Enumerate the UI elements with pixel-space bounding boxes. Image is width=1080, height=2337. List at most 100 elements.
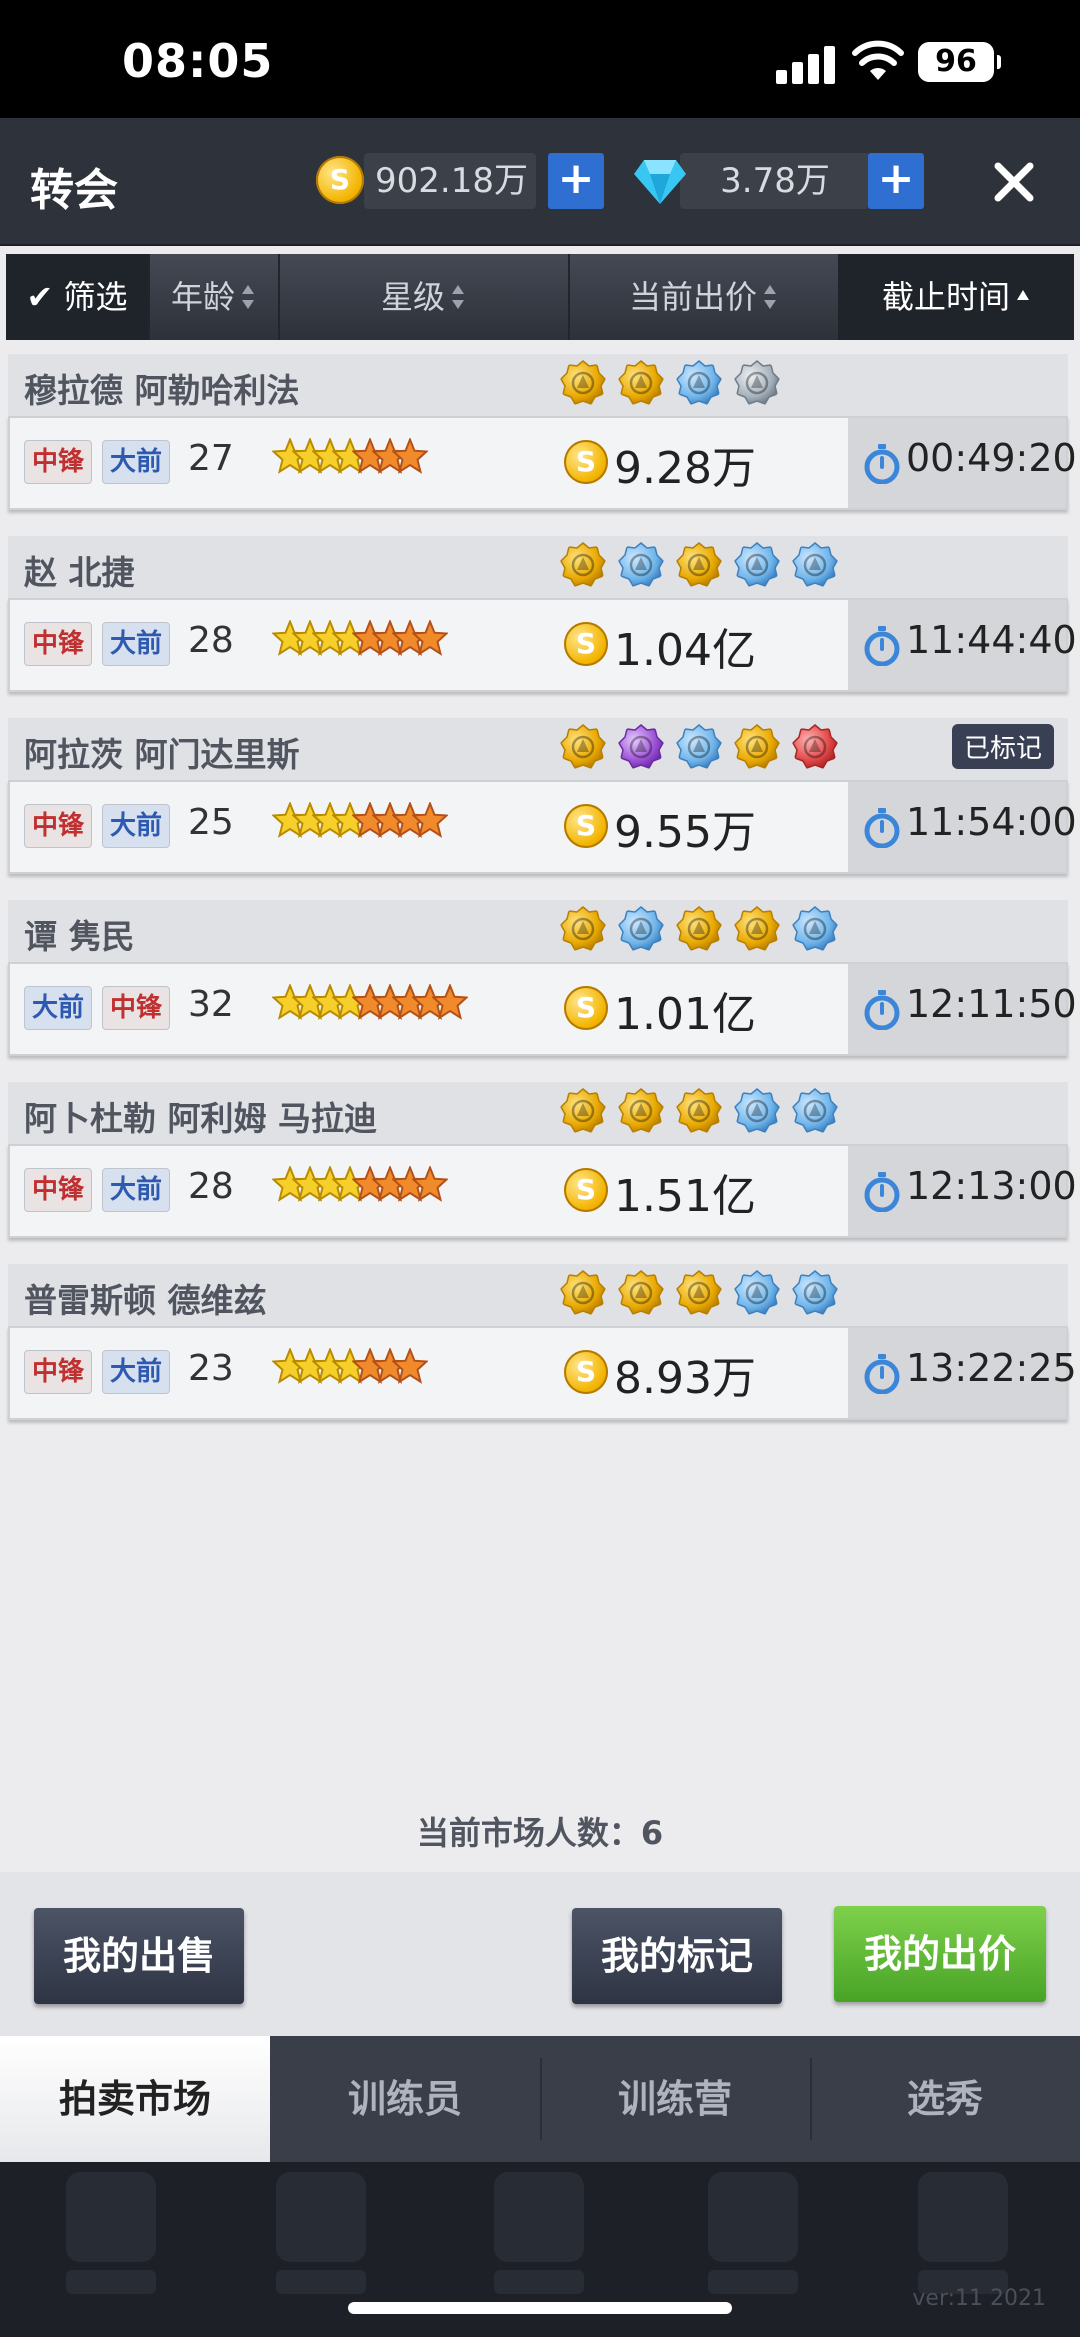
nav-item-icon (918, 2172, 1008, 2262)
star-icon (392, 438, 428, 474)
star-icon (412, 620, 448, 656)
nav-item-label (276, 2270, 366, 2294)
skill-badge-icon[interactable] (676, 360, 722, 406)
tab-draft[interactable]: 选秀 (810, 2036, 1080, 2162)
player-info-bar: 中锋 大前 28 S 1.51亿 12:13:00 (8, 1144, 1077, 1238)
filter-button[interactable]: ✔ 筛选 (6, 254, 150, 340)
skill-badge-icon[interactable] (618, 724, 664, 770)
check-icon: ✔ (26, 278, 54, 316)
skill-badge-icon[interactable] (676, 906, 722, 952)
deadline-cell: 12:13:00 (848, 1146, 1077, 1236)
skill-badge-icon[interactable] (560, 542, 606, 588)
player-name: 谭 隽民 (24, 917, 135, 956)
skill-badge-icon[interactable] (734, 724, 780, 770)
version-text: ver:11 2021 (912, 2286, 1046, 2311)
my-marks-button[interactable]: 我的标记 (572, 1908, 782, 2004)
player-row[interactable]: 赵 北捷 中锋 大前 28 S 1.04亿 11:44:40 (8, 536, 1077, 696)
close-icon[interactable] (990, 158, 1038, 206)
position-tag: 中锋 (24, 440, 92, 484)
sort-arrows-icon (452, 285, 464, 309)
position-tag: 大前 (102, 804, 170, 848)
sort-stars-button[interactable]: 星级 (278, 254, 570, 340)
player-row[interactable]: 穆拉德 阿勒哈利法 中锋 大前 27 S 9.28万 00:49:20 (8, 354, 1077, 514)
skill-badge-icon[interactable] (618, 360, 664, 406)
player-name: 阿卜杜勒 阿利姆 马拉迪 (24, 1099, 377, 1138)
sort-stars-label: 星级 (380, 278, 445, 316)
current-bid: 8.93万 (614, 1353, 756, 1404)
deadline-time: 12:11:50 (906, 982, 1077, 1026)
skill-badge-icon[interactable] (560, 360, 606, 406)
transfer-header: 转会 902.18万 S + 3.78万 + (0, 118, 1080, 246)
skill-badge-icon[interactable] (676, 1088, 722, 1134)
nav-item-label (708, 2270, 798, 2294)
player-info-bar: 中锋 大前 23 S 8.93万 13:22:25 (8, 1326, 1077, 1420)
sort-bid-button[interactable]: 当前出价 (568, 254, 840, 340)
sort-age-label: 年龄 (170, 278, 235, 316)
skill-badge-icon[interactable] (676, 542, 722, 588)
player-row[interactable]: 阿拉茨 阿门达里斯 已标记 中锋 大前 25 S 9.55万 11:54:00 (8, 718, 1077, 878)
tab-trainers[interactable]: 训练员 (270, 2036, 540, 2162)
skill-badge-icon[interactable] (618, 906, 664, 952)
action-bar: 我的出售 我的标记 我的出价 (0, 1872, 1080, 2036)
player-name: 穆拉德 阿勒哈利法 (24, 371, 300, 410)
skill-badge-icon[interactable] (676, 1270, 722, 1316)
gold-coin-icon: S (564, 440, 608, 484)
skill-badge-icon[interactable] (560, 1088, 606, 1134)
tab-auction-market[interactable]: 拍卖市场 (0, 2036, 270, 2162)
skill-badge-icon[interactable] (792, 1088, 838, 1134)
skill-badge-icon[interactable] (560, 906, 606, 952)
skill-badge-icon[interactable] (734, 542, 780, 588)
status-time: 08:05 (122, 34, 274, 88)
deadline-time: 00:49:20 (906, 436, 1077, 480)
skill-badge-icon[interactable] (734, 1088, 780, 1134)
skill-badge-icon[interactable] (792, 1270, 838, 1316)
nav-item-label (66, 2270, 156, 2294)
skill-badge-icon[interactable] (734, 906, 780, 952)
player-row[interactable]: 普雷斯顿 德维兹 中锋 大前 23 S 8.93万 13:22:25 (8, 1264, 1077, 1424)
my-sales-button[interactable]: 我的出售 (34, 1908, 244, 2004)
skill-badge-icon[interactable] (560, 1270, 606, 1316)
sort-bid-label: 当前出价 (628, 278, 757, 316)
sort-age-button[interactable]: 年龄 (148, 254, 280, 340)
skill-badge-icon[interactable] (734, 360, 780, 406)
sort-deadline-button[interactable]: 截止时间 (838, 254, 1074, 340)
nav-item-icon (276, 2172, 366, 2262)
player-row[interactable]: 阿卜杜勒 阿利姆 马拉迪中锋 大前 28 S 1.51亿 12:13:00 (8, 1082, 1077, 1242)
status-bar: 08:05 96 (0, 0, 1080, 118)
nav-item-icon (494, 2172, 584, 2262)
gold-coin-icon: S (564, 1168, 608, 1212)
player-row[interactable]: 谭 隽民 大前 中锋 32 S 1.01亿 12:11:50 (8, 900, 1077, 1060)
filter-label: 筛选 (63, 278, 128, 316)
stopwatch-icon (864, 444, 900, 484)
market-tabs: 拍卖市场 训练员 训练营 选秀 (0, 2036, 1080, 2162)
page-title: 转会 (30, 165, 118, 216)
skill-badge-icon[interactable] (676, 724, 722, 770)
deadline-cell: 00:49:20 (848, 418, 1077, 508)
skill-badge-icon[interactable] (792, 724, 838, 770)
skill-badge-icon[interactable] (618, 1270, 664, 1316)
add-gold-button[interactable]: + (548, 153, 604, 209)
deadline-time: 11:44:40 (906, 618, 1077, 662)
deadline-time: 13:22:25 (906, 1346, 1077, 1390)
add-diamond-button[interactable]: + (868, 153, 924, 209)
deadline-cell: 11:54:00 (848, 782, 1077, 872)
star-icon (432, 984, 468, 1020)
skill-badge-icon[interactable] (734, 1270, 780, 1316)
current-bid: 1.01亿 (614, 989, 756, 1040)
skill-badge-icon[interactable] (792, 542, 838, 588)
gold-coin-icon: S (564, 622, 608, 666)
skill-badge-icon[interactable] (618, 542, 664, 588)
tab-training-camp[interactable]: 训练营 (540, 2036, 810, 2162)
stopwatch-icon (864, 626, 900, 666)
deadline-time: 12:13:00 (906, 1164, 1077, 1208)
my-bids-button[interactable]: 我的出价 (834, 1906, 1046, 2002)
current-bid: 1.04亿 (614, 625, 756, 676)
home-indicator (348, 2302, 732, 2314)
sort-ascending-icon (1017, 290, 1029, 300)
skill-badge-icon[interactable] (618, 1088, 664, 1134)
skill-badge-icon[interactable] (560, 724, 606, 770)
player-name-bar: 赵 北捷 (8, 536, 1068, 598)
player-info-bar: 大前 中锋 32 S 1.01亿 12:11:50 (8, 962, 1077, 1056)
stopwatch-icon (864, 1354, 900, 1394)
skill-badge-icon[interactable] (792, 906, 838, 952)
